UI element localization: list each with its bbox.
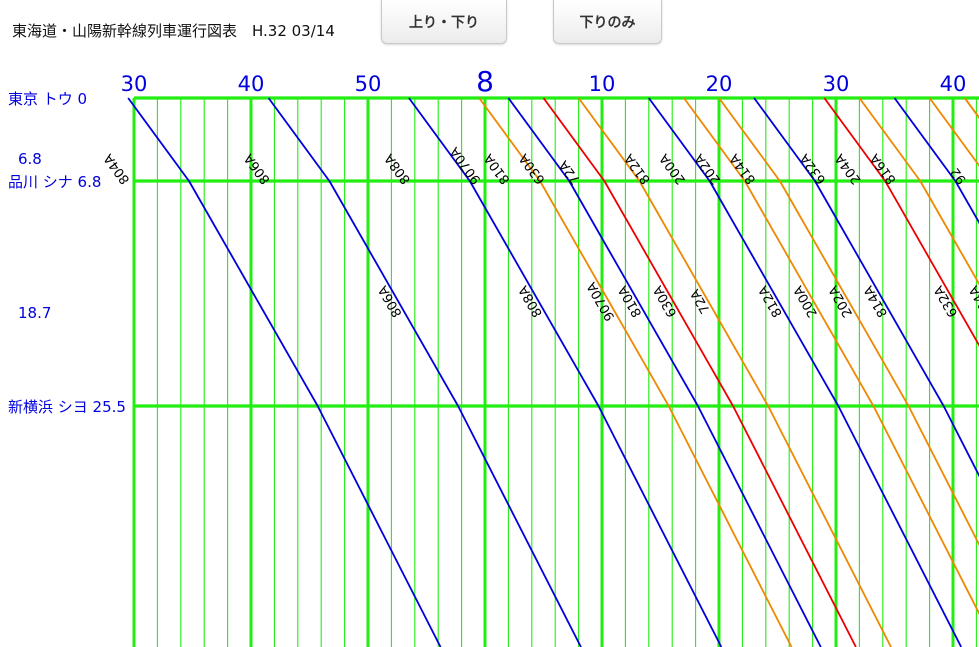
train-line-808A (597, 405, 723, 647)
time-tick-label: 10 (589, 72, 616, 96)
train-line-814A (942, 405, 979, 478)
station-label: 東京 トウ 0 (8, 90, 87, 108)
time-tick-label: 50 (355, 72, 382, 96)
station-axis: 東京 トウ 0 6.8 品川 シナ 6.8 18.7 新横浜 シヨ 25.5 (8, 90, 126, 416)
train-label: 808A (516, 283, 546, 320)
train-label: 200A (791, 283, 821, 320)
train-line-632A (884, 180, 979, 347)
train-label: 632A (931, 283, 961, 320)
train-label: 630A (651, 283, 681, 320)
time-tick-label: 40 (940, 72, 967, 96)
train-label: 806A (376, 283, 406, 320)
time-tick-label: 30 (121, 72, 148, 96)
train-label: 814A (861, 283, 891, 320)
distance-label: 18.7 (18, 304, 51, 322)
train-label: 810A (616, 283, 646, 320)
train-label: 92 (948, 165, 970, 187)
station-label: 新横浜 シヨ 25.5 (8, 398, 126, 416)
train-label: 812A (756, 283, 786, 320)
train-line-9070A (667, 405, 793, 647)
train-line-812A (837, 405, 962, 647)
train-label: 804A (101, 151, 133, 187)
time-axis: 30 40 50 8 10 20 30 40 (121, 65, 967, 98)
train-line-804A (188, 180, 319, 407)
distance-label: 6.8 (18, 150, 42, 168)
time-tick-label: 30 (823, 72, 850, 96)
time-tick-label: 8 (476, 65, 494, 98)
train-line-816A (893, 97, 957, 182)
train-diagram: 30 40 50 8 10 20 30 40 東京 トウ 0 6.8 品川 シナ 6.8 18.7 新… (8, 65, 979, 647)
time-tick-label: 40 (238, 72, 265, 96)
train-line-804A (127, 97, 190, 182)
train-line-806A (457, 405, 582, 647)
train-label: 202A (826, 283, 856, 320)
train-label: 204A (967, 283, 979, 320)
station-label: 品川 シナ 6.8 (8, 173, 101, 191)
train-line-810A (697, 405, 822, 647)
train-line-72A (767, 405, 892, 647)
train-line-806A (267, 97, 331, 182)
time-tick-label: 20 (706, 72, 733, 96)
train-line-804A (316, 405, 442, 647)
train-labels: 804A 806A806A808A808A9070A9070A810A810A63… (101, 144, 979, 323)
train-label: 72A (688, 286, 714, 316)
